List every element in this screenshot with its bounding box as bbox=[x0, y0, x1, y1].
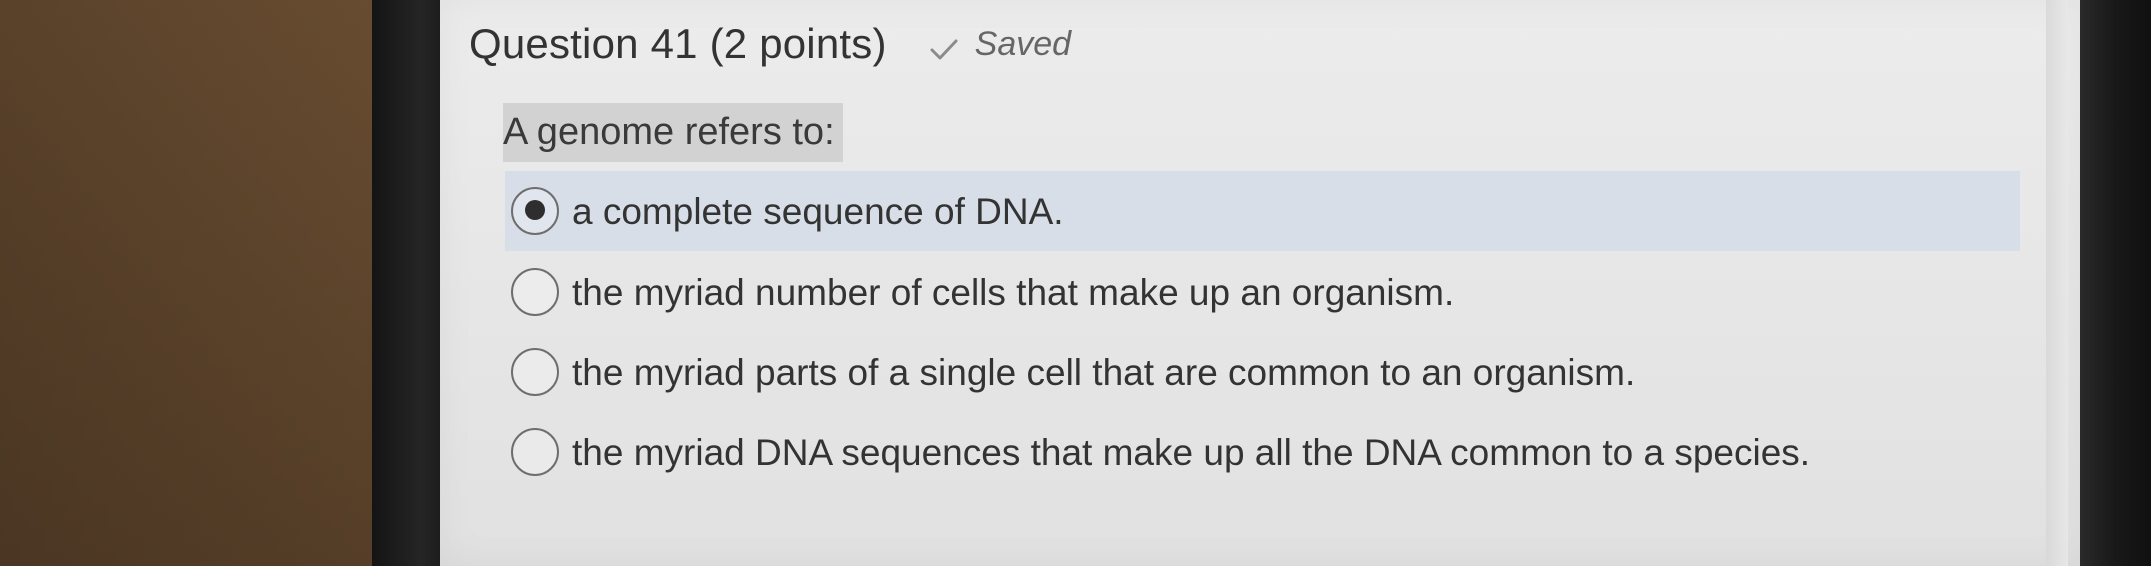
answer-label-3: the myriad parts of a single cell that a… bbox=[572, 351, 1636, 393]
saved-status: Saved bbox=[929, 25, 1071, 64]
desk-background bbox=[0, 0, 375, 566]
answer-label-4: the myriad DNA sequences that make up al… bbox=[572, 431, 1811, 473]
question-prompt: A genome refers to: bbox=[503, 103, 843, 162]
quiz-screen: Question 41 (2 points) Saved A genome re… bbox=[440, 0, 2080, 566]
answer-option-1[interactable]: a complete sequence of DNA. bbox=[505, 171, 2020, 251]
question-title: Question 41 (2 points) bbox=[469, 20, 887, 68]
answer-label-1: a complete sequence of DNA. bbox=[572, 190, 1064, 232]
question-number: Question 41 bbox=[469, 20, 698, 67]
answer-option-2[interactable]: the myriad number of cells that make up … bbox=[505, 253, 2020, 331]
vertical-scrollbar[interactable] bbox=[2046, 0, 2068, 566]
radio-icon[interactable] bbox=[511, 348, 559, 396]
saved-label: Saved bbox=[974, 24, 1072, 63]
answer-option-3[interactable]: the myriad parts of a single cell that a… bbox=[505, 333, 2020, 411]
answer-option-4[interactable]: the myriad DNA sequences that make up al… bbox=[505, 413, 2020, 491]
answer-label-2: the myriad number of cells that make up … bbox=[572, 271, 1455, 313]
check-icon bbox=[929, 32, 959, 60]
photo-scene: Question 41 (2 points) Saved A genome re… bbox=[0, 0, 2151, 566]
question-header: Question 41 (2 points) Saved bbox=[469, 20, 1071, 68]
question-points: (2 points) bbox=[709, 20, 887, 67]
radio-icon[interactable] bbox=[511, 187, 559, 235]
radio-icon[interactable] bbox=[511, 268, 559, 316]
monitor-left-bezel bbox=[372, 0, 442, 566]
radio-icon[interactable] bbox=[511, 428, 559, 476]
monitor-right-bezel bbox=[2080, 0, 2151, 566]
answer-list: a complete sequence of DNA. the myriad n… bbox=[505, 171, 2020, 493]
